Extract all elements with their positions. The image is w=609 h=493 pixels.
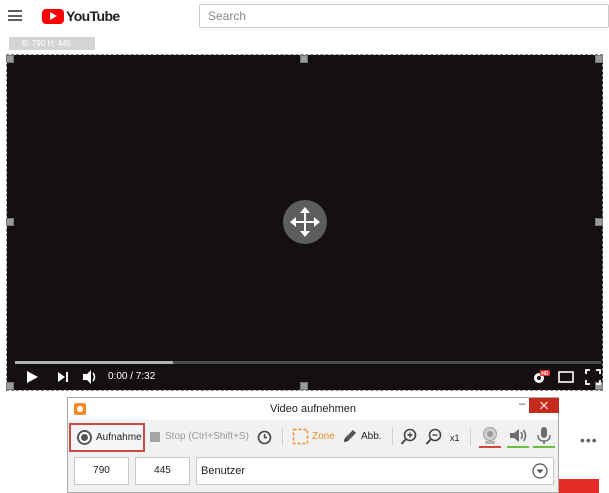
zone-button[interactable]: Zone (292, 428, 337, 446)
recorder-window: Video aufnehmen – Aufnahme Stop (Ctrl+Sh… (67, 397, 559, 493)
toolbar-separator (392, 428, 393, 446)
size-preset-value: Benutzer (201, 465, 246, 477)
move-capture-button[interactable] (283, 200, 327, 244)
resize-handle-top-right[interactable] (595, 55, 603, 63)
system-audio-toggle[interactable] (507, 426, 529, 448)
microphone-icon (537, 427, 551, 444)
toolbar-separator (470, 428, 471, 446)
play-icon[interactable] (25, 370, 39, 384)
youtube-play-icon (42, 8, 64, 24)
toolbar-separator (282, 428, 283, 446)
video-time-display: 0:00 / 7:32 (108, 371, 156, 382)
record-icon (77, 430, 92, 445)
record-button[interactable]: Aufnahme (69, 423, 145, 452)
resize-handle-top[interactable] (300, 55, 308, 63)
mic-status-bar (533, 446, 555, 448)
menu-icon[interactable] (8, 10, 22, 21)
search-input[interactable]: Search (199, 4, 609, 28)
video-progress-bar[interactable] (15, 361, 601, 364)
microphone-toggle[interactable] (533, 426, 555, 448)
chevron-down-icon[interactable] (532, 463, 548, 479)
svg-text:HD: HD (541, 371, 549, 377)
recorder-title: Video aufnehmen (269, 403, 357, 415)
stop-icon (150, 432, 160, 442)
height-field[interactable]: 445 (135, 457, 190, 485)
speaker-icon (510, 429, 527, 442)
draw-label: Abb. (361, 431, 382, 442)
webcam-toggle[interactable] (479, 426, 501, 448)
zoom-level: x1 (450, 433, 460, 443)
zoom-in-icon[interactable] (400, 428, 418, 446)
youtube-logo[interactable]: YouTube (42, 8, 120, 24)
record-label: Aufnahme (96, 432, 142, 443)
youtube-logo-text: YouTube (66, 8, 120, 24)
resize-handle-left[interactable] (6, 218, 14, 226)
zone-select-icon (292, 428, 309, 445)
webcam-icon (483, 427, 497, 444)
video-progress-fill (15, 361, 174, 364)
resize-handle-right[interactable] (595, 218, 603, 226)
more-options-icon[interactable]: ••• (580, 432, 598, 448)
zoom-out-icon[interactable] (425, 428, 443, 446)
minimize-button[interactable]: – (515, 398, 529, 412)
zone-label: Zone (312, 431, 335, 442)
settings-hd-icon[interactable]: HD (532, 369, 550, 385)
next-icon[interactable] (57, 371, 69, 383)
recorder-titlebar[interactable]: Video aufnehmen – (68, 398, 559, 420)
stop-label: Stop (Ctrl+Shift+S) (165, 431, 249, 442)
webcam-status-bar (479, 446, 501, 448)
draw-button[interactable]: Abb. (341, 428, 386, 446)
resize-handle-bottom[interactable] (300, 382, 308, 390)
close-button[interactable] (529, 398, 559, 413)
volume-icon[interactable] (82, 369, 98, 385)
resize-handle-bottom-left[interactable] (6, 382, 14, 390)
size-preset-select[interactable]: Benutzer (196, 457, 554, 485)
move-arrows-icon (290, 207, 320, 237)
resize-handle-top-left[interactable] (6, 55, 14, 63)
youtube-header: YouTube Search (0, 0, 609, 34)
theater-mode-icon[interactable] (558, 371, 574, 383)
pencil-icon (344, 430, 356, 442)
capture-size-badge: B: 790 H: 445 (9, 37, 95, 50)
audio-status-bar (507, 446, 529, 448)
fullscreen-icon[interactable] (585, 369, 601, 385)
timer-icon[interactable] (257, 430, 272, 445)
width-field[interactable]: 790 (74, 457, 129, 485)
